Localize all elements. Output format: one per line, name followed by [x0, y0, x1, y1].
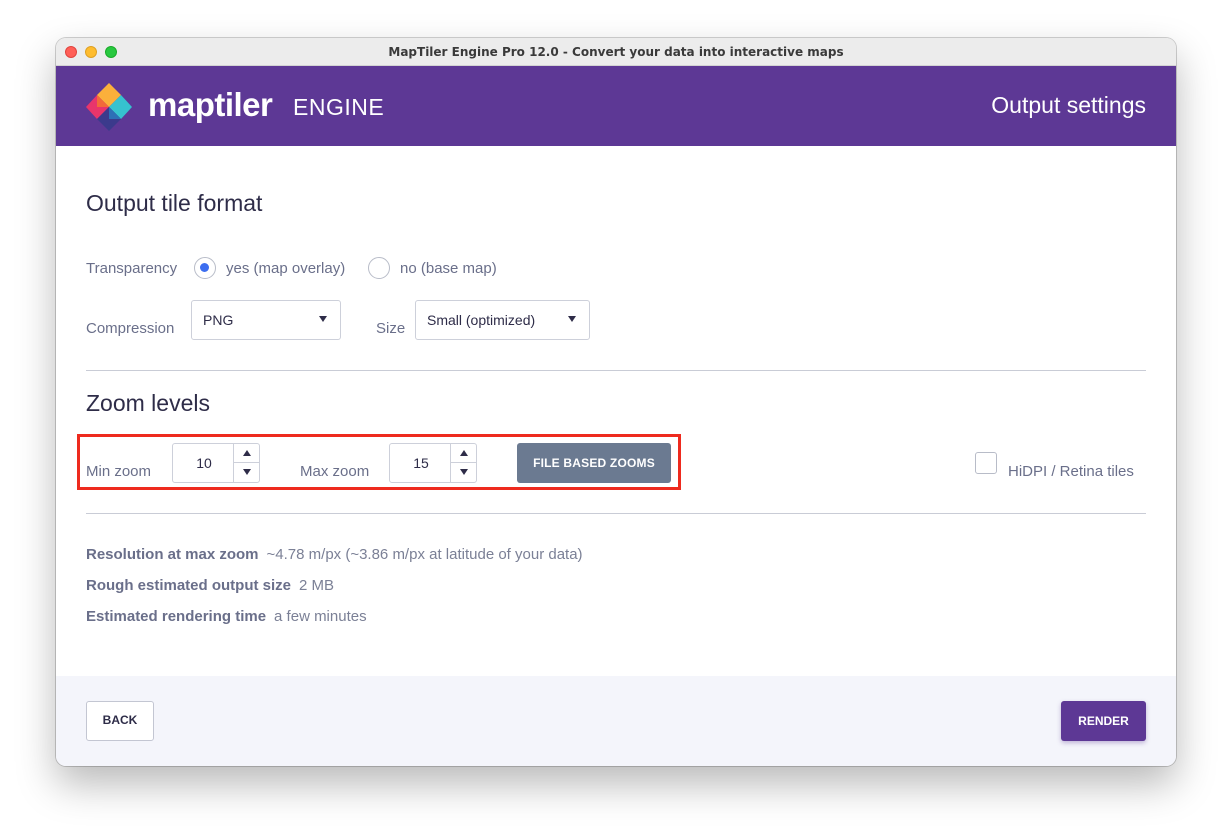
- brand-suffix: ENGINE: [293, 94, 385, 120]
- resolution-label: Resolution at max zoom: [86, 546, 259, 563]
- min-zoom-value[interactable]: 10: [173, 444, 235, 482]
- window-title: MapTiler Engine Pro 12.0 - Convert your …: [388, 44, 844, 59]
- render-button[interactable]: RENDER: [1061, 701, 1146, 741]
- compression-label: Compression: [86, 320, 175, 337]
- size-label: Size: [376, 320, 406, 337]
- minimize-window-icon[interactable]: [85, 46, 97, 58]
- output-size-value: 2 MB: [299, 577, 335, 594]
- min-zoom-decrement-icon[interactable]: [234, 463, 260, 482]
- max-zoom-increment-icon[interactable]: [451, 444, 477, 463]
- resolution-value: ~4.78 m/px (~3.86 m/px at latitude of yo…: [266, 546, 583, 563]
- transparency-no-radio[interactable]: [368, 257, 390, 279]
- output-tile-format-heading: Output tile format: [86, 190, 263, 216]
- max-zoom-value[interactable]: 15: [390, 444, 452, 482]
- output-size-info: Rough estimated output size 2 MB: [86, 577, 334, 594]
- zoom-levels-heading: Zoom levels: [86, 390, 210, 416]
- compression-select[interactable]: PNG: [191, 300, 341, 340]
- brand-wordmark: maptiler: [148, 86, 273, 123]
- maximize-window-icon[interactable]: [105, 46, 117, 58]
- chevron-down-icon: [568, 316, 576, 322]
- chevron-down-icon: [319, 316, 327, 322]
- hidpi-label[interactable]: HiDPI / Retina tiles: [1008, 463, 1134, 480]
- compression-value: PNG: [203, 312, 234, 328]
- size-value: Small (optimized): [427, 312, 536, 328]
- max-zoom-decrement-icon[interactable]: [451, 463, 477, 482]
- max-zoom-label: Max zoom: [300, 463, 370, 480]
- rendering-time-value: a few minutes: [274, 608, 367, 625]
- rendering-time-label: Estimated rendering time: [86, 608, 267, 625]
- output-size-label: Rough estimated output size: [86, 577, 292, 594]
- page-title: Output settings: [991, 92, 1146, 118]
- size-select[interactable]: Small (optimized): [415, 300, 590, 340]
- back-button[interactable]: BACK: [86, 701, 154, 741]
- app-window: MapTiler Engine Pro 12.0 - Convert your …: [56, 38, 1176, 766]
- section-divider: [86, 370, 1146, 371]
- file-based-zooms-button[interactable]: FILE BASED ZOOMS: [517, 443, 671, 483]
- min-zoom-label: Min zoom: [86, 463, 152, 480]
- section-divider: [86, 513, 1146, 514]
- resolution-info: Resolution at max zoom ~4.78 m/px (~3.86 …: [86, 546, 583, 563]
- transparency-yes-label[interactable]: yes (map overlay): [226, 260, 345, 277]
- footer-bar: BACK RENDER: [56, 676, 1176, 766]
- maptiler-logo-icon: [86, 83, 132, 131]
- transparency-no-label[interactable]: no (base map): [400, 260, 497, 277]
- max-zoom-stepper[interactable]: 15: [389, 443, 477, 483]
- transparency-label: Transparency: [86, 260, 178, 277]
- close-window-icon[interactable]: [65, 46, 77, 58]
- transparency-yes-radio[interactable]: [194, 257, 216, 279]
- app-header: maptiler ENGINE Output settings: [56, 66, 1176, 146]
- title-bar: MapTiler Engine Pro 12.0 - Convert your …: [56, 38, 1176, 66]
- window-controls: [65, 46, 117, 58]
- min-zoom-stepper[interactable]: 10: [172, 443, 260, 483]
- hidpi-checkbox[interactable]: [975, 452, 997, 474]
- min-zoom-increment-icon[interactable]: [234, 444, 260, 463]
- rendering-time-info: Estimated rendering time a few minutes: [86, 608, 367, 625]
